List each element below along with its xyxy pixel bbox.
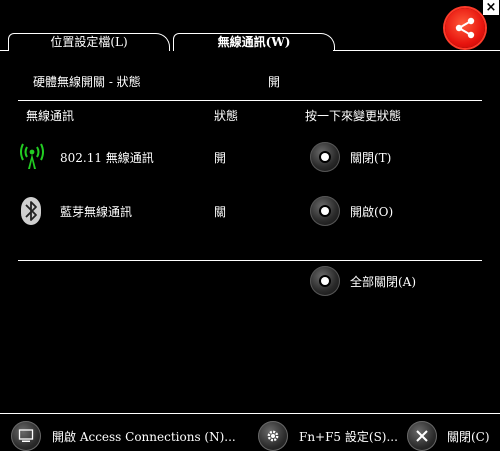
column-header-radio: 無線通訊 xyxy=(26,109,75,123)
monitor-icon xyxy=(18,429,34,442)
tab-strip-line-left xyxy=(0,50,8,51)
wifi-toggle-button[interactable] xyxy=(310,142,340,172)
fn-f5-settings-label[interactable]: Fn+F5 設定(S)... xyxy=(299,429,398,445)
close-button[interactable] xyxy=(407,421,437,451)
column-header-status: 狀態 xyxy=(214,109,239,123)
gear-icon xyxy=(267,430,279,442)
share-badge-icon[interactable] xyxy=(445,8,485,48)
all-off-label[interactable]: 全部關閉(A) xyxy=(350,274,416,290)
all-off-button[interactable] xyxy=(310,266,340,296)
tab-wireless[interactable]: 無線通訊(W) xyxy=(173,33,335,51)
bluetooth-radio-name: 藍芽無線通訊 xyxy=(60,205,133,219)
close-icon xyxy=(416,430,428,442)
bluetooth-icon xyxy=(20,196,42,226)
open-access-connections-label[interactable]: 開啟 Access Connections (N)... xyxy=(52,429,236,445)
bluetooth-toggle-button[interactable] xyxy=(310,196,340,226)
share-icon xyxy=(455,17,475,39)
wifi-toggle-label[interactable]: 關閉(T) xyxy=(350,150,391,166)
tab-location-profiles[interactable]: 位置設定檔(L) xyxy=(8,33,170,51)
footer-divider xyxy=(0,413,500,414)
bluetooth-radio-status: 關 xyxy=(214,205,227,219)
hardware-switch-value: 開 xyxy=(268,75,281,89)
hardware-switch-label: 硬體無線開關 - 狀態 xyxy=(33,75,141,89)
close-label[interactable]: 關閉(C) xyxy=(447,429,490,445)
wifi-radio-name: 802.11 無線通訊 xyxy=(60,151,154,165)
divider-top xyxy=(18,100,482,101)
open-access-connections-button[interactable] xyxy=(11,421,41,451)
wifi-antenna-icon xyxy=(18,142,46,170)
column-header-action: 按一下來變更狀態 xyxy=(305,109,402,123)
window-close-button[interactable]: × xyxy=(483,0,499,15)
wifi-radio-status: 開 xyxy=(214,151,227,165)
bluetooth-toggle-label[interactable]: 開啟(O) xyxy=(350,204,393,220)
divider-middle xyxy=(18,260,482,261)
fn-f5-settings-button[interactable] xyxy=(258,421,288,451)
tab-strip-line xyxy=(333,50,500,51)
